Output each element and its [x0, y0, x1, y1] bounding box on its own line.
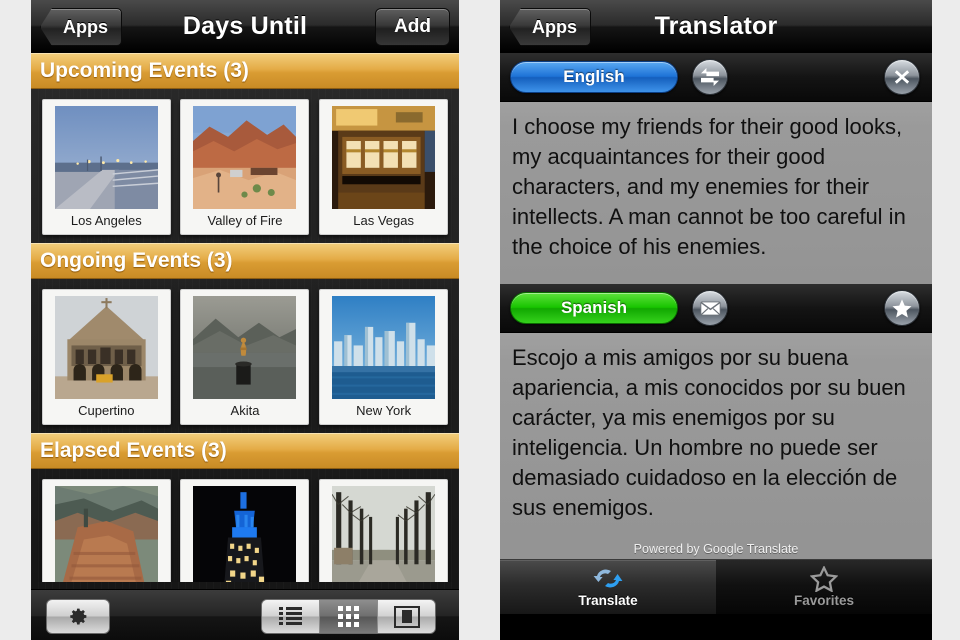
source-text[interactable]: I choose my friends for their good looks… — [500, 102, 932, 284]
tab-label: Favorites — [793, 593, 855, 608]
grid-icon — [338, 606, 359, 627]
event-card[interactable]: Las Vegas — [319, 99, 449, 235]
swap-languages-button[interactable] — [692, 59, 728, 95]
segment-grid-view[interactable] — [320, 600, 378, 633]
view-mode-segmented-control[interactable] — [261, 599, 436, 634]
event-thumbnail-grand-canyon — [54, 486, 158, 582]
source-language-bar: English — [500, 53, 932, 102]
add-button-label: Add — [394, 16, 431, 37]
segment-coverflow-view[interactable] — [378, 600, 435, 633]
email-translation-button[interactable] — [692, 290, 728, 326]
event-row-ongoing: Cupertino Akita New York — [31, 279, 459, 433]
swap-arrows-icon — [701, 68, 719, 86]
event-thumbnail-new-york — [332, 296, 436, 399]
clear-text-button[interactable] — [884, 59, 920, 95]
event-thumbnail-akita — [193, 296, 297, 399]
add-favorite-button[interactable] — [884, 290, 920, 326]
events-scroll-area[interactable]: Upcoming Events (3) Los Angeles Valley o… — [31, 53, 459, 589]
target-language-button[interactable]: Spanish — [510, 292, 678, 324]
tab-bar: Translate Favorites — [500, 559, 932, 614]
left-bottom-toolbar — [31, 589, 459, 640]
event-thumbnail-valley-of-fire — [193, 106, 297, 209]
settings-button[interactable] — [46, 599, 110, 634]
event-card[interactable] — [41, 479, 171, 582]
gear-icon — [69, 608, 86, 625]
translated-text[interactable]: Escojo a mis amigos por su buena aparien… — [500, 333, 932, 541]
days-until-app: Apps Days Until Add Upcoming Events (3) — [31, 0, 459, 640]
add-button[interactable]: Add — [375, 8, 450, 46]
star-icon — [892, 298, 912, 318]
attribution-label: Powered by Google Translate — [500, 541, 932, 559]
event-card[interactable]: Cupertino — [41, 289, 171, 425]
event-row-upcoming: Los Angeles Valley of Fire Las Vegas — [31, 89, 459, 243]
event-card[interactable] — [319, 479, 449, 582]
close-x-icon — [894, 70, 910, 84]
section-header-elapsed: Elapsed Events (3) — [31, 433, 459, 469]
event-thumbnail-cupertino — [54, 296, 158, 399]
page-title: Translator — [654, 11, 778, 40]
event-thumbnail-los-angeles — [54, 106, 158, 209]
source-language-button[interactable]: English — [510, 61, 678, 93]
screenshot-stage: Apps Days Until Add Upcoming Events (3) — [0, 0, 960, 640]
event-thumbnail-blue-lit-skyscraper — [193, 486, 297, 582]
source-language-label: English — [563, 67, 625, 86]
event-card[interactable]: New York — [319, 289, 449, 425]
list-icon — [279, 606, 302, 627]
event-thumbnail-tree-lined-road — [332, 486, 436, 582]
event-caption: Cupertino — [78, 403, 135, 418]
target-language-label: Spanish — [560, 298, 628, 317]
event-caption: New York — [356, 403, 412, 418]
envelope-icon — [699, 301, 721, 315]
event-caption: Valley of Fire — [207, 213, 283, 228]
event-card[interactable]: Akita — [180, 289, 310, 425]
translate-arrows-icon — [593, 569, 623, 588]
tab-translate[interactable]: Translate — [500, 560, 716, 614]
event-row-elapsed — [31, 469, 459, 582]
right-navbar: Apps Translator — [500, 0, 932, 53]
event-caption: Los Angeles — [70, 213, 142, 228]
tab-label: Translate — [578, 593, 638, 608]
star-icon — [810, 566, 838, 592]
event-caption: Las Vegas — [353, 213, 414, 228]
section-header-upcoming: Upcoming Events (3) — [31, 53, 459, 89]
tab-favorites[interactable]: Favorites — [716, 560, 932, 614]
event-caption: Akita — [230, 403, 260, 418]
coverflow-icon — [393, 605, 420, 628]
target-language-bar: Spanish — [500, 284, 932, 333]
event-card[interactable]: Valley of Fire — [180, 99, 310, 235]
event-card[interactable] — [180, 479, 310, 582]
event-thumbnail-las-vegas — [332, 106, 436, 209]
section-header-ongoing: Ongoing Events (3) — [31, 243, 459, 279]
left-navbar: Apps Days Until Add — [31, 0, 459, 53]
event-card[interactable]: Los Angeles — [41, 99, 171, 235]
segment-list-view[interactable] — [262, 600, 320, 633]
translator-app: Apps Translator English I choose my frie… — [500, 0, 932, 640]
